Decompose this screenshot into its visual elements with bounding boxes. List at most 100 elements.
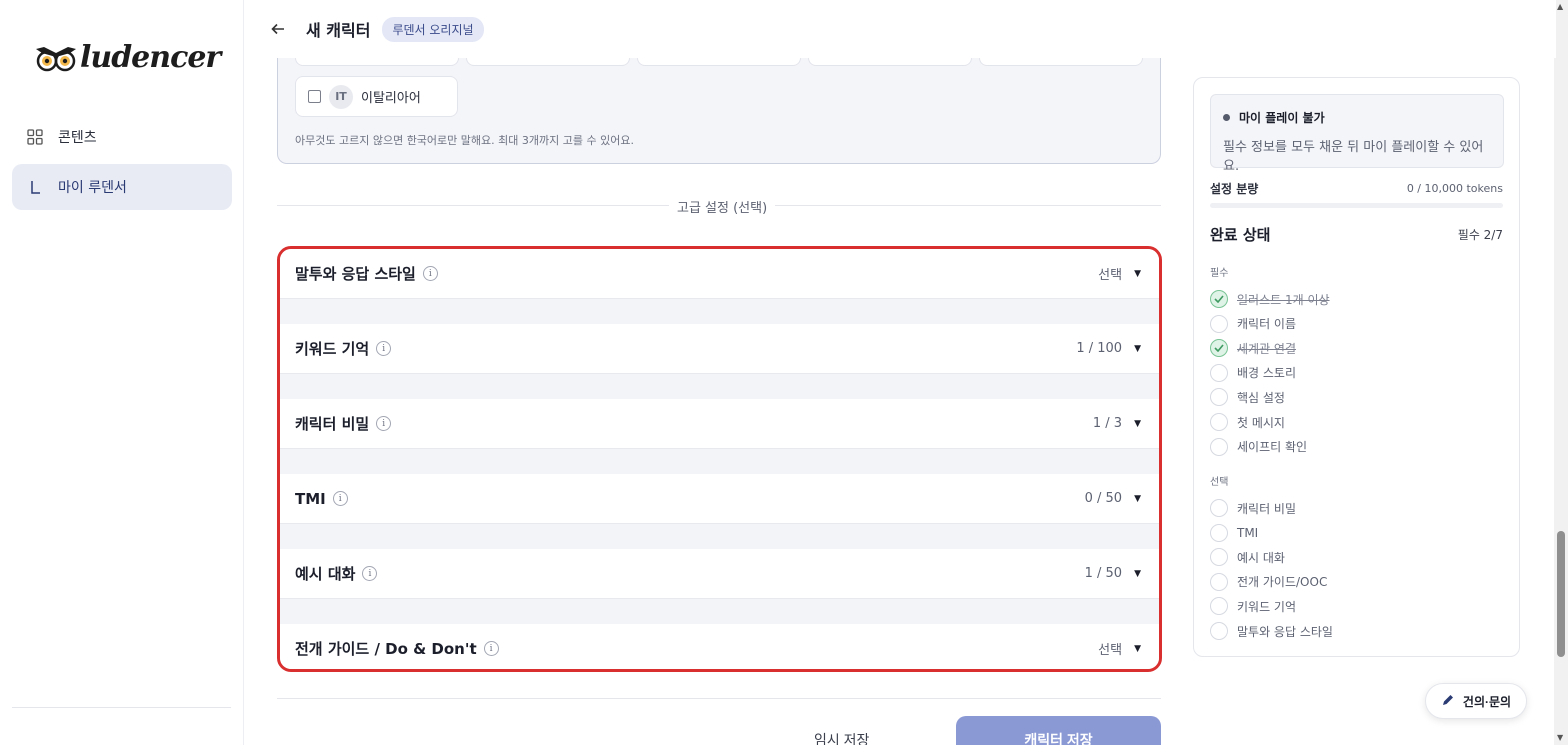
sidebar-item-contents[interactable]: 콘텐츠	[12, 114, 232, 160]
check-done-icon	[1210, 290, 1228, 308]
pencil-icon	[1441, 693, 1455, 710]
accordion-title: 키워드 기억	[295, 340, 370, 358]
checklist-item[interactable]: 세이프티 확인	[1210, 437, 1307, 457]
accordion-value: 선택	[1098, 643, 1123, 658]
accordion-example-dialogue[interactable]: 예시 대화 i 1 / 50 ▼	[280, 549, 1159, 599]
play-status-title: 마이 플레이 불가	[1223, 109, 1491, 126]
checklist-item[interactable]: 캐릭터 비밀	[1210, 498, 1296, 518]
checklist-item[interactable]: TMI	[1210, 523, 1258, 543]
info-icon[interactable]: i	[483, 641, 499, 656]
check-empty-icon	[1210, 499, 1228, 517]
caret-down-icon: ▼	[1134, 418, 1141, 429]
accordion-value: 1 / 100	[1076, 341, 1123, 356]
caret-down-icon: ▼	[1134, 568, 1141, 579]
language-hint: 아무것도 고르지 않으면 한국어로만 말해요. 최대 3개까지 고를 수 있어요…	[295, 134, 634, 147]
checklist-item-label: 첫 메시지	[1237, 415, 1285, 430]
check-empty-icon	[1210, 597, 1228, 616]
play-status-box: 마이 플레이 불가 필수 정보를 모두 채운 뒤 마이 플레이할 수 있어요.	[1210, 94, 1504, 174]
info-icon[interactable]: i	[422, 266, 438, 281]
original-badge: 루덴서 오리지널	[382, 16, 484, 42]
info-icon[interactable]: i	[376, 341, 392, 356]
checklist-item-label: 예시 대화	[1237, 550, 1285, 565]
page-title: 새 캐릭터	[306, 21, 371, 40]
checklist-item[interactable]: 캐릭터 이름	[1210, 314, 1296, 334]
accordion-title: 캐릭터 비밀	[295, 415, 370, 433]
accordion-tmi[interactable]: TMI i 0 / 50 ▼	[280, 474, 1159, 524]
info-icon[interactable]: i	[362, 566, 378, 581]
header: 새 캐릭터 루덴서 오리지널	[244, 0, 1556, 58]
checklist-item[interactable]: 핵심 설정	[1210, 387, 1285, 407]
checklist-item-label: 키워드 기억	[1237, 599, 1297, 614]
status-dot-icon	[1223, 114, 1230, 121]
checklist-item[interactable]: 배경 스토리	[1210, 363, 1296, 383]
accordion-story-guide[interactable]: 전개 가이드 / Do & Don't i 선택 ▼	[280, 624, 1159, 669]
play-status-desc: 필수 정보를 모두 채운 뒤 마이 플레이할 수 있어요.	[1223, 140, 1484, 174]
check-empty-icon	[1210, 622, 1228, 640]
info-icon[interactable]: i	[376, 416, 392, 431]
app: ludencer 콘텐츠 마이 루덴서 IT 이탈리아어 아무것도 고르지 않으…	[0, 0, 1568, 745]
checklist-item[interactable]: 말투와 응답 스타일	[1210, 621, 1333, 641]
checklist-item-label: 캐릭터 비밀	[1237, 501, 1297, 516]
check-empty-icon	[1210, 437, 1228, 456]
feedback-button[interactable]: 건의·문의	[1425, 683, 1527, 719]
tokens-value: 0 / 10,000 tokens	[1406, 182, 1503, 195]
checklist-item[interactable]: 키워드 기억	[1210, 596, 1296, 616]
optional-group-label: 선택	[1210, 477, 1229, 488]
required-group-label: 필수	[1210, 268, 1229, 279]
status-panel: 마이 플레이 불가 필수 정보를 모두 채운 뒤 마이 플레이할 수 있어요. …	[1193, 77, 1520, 657]
checklist-item-label: 캐릭터 이름	[1237, 317, 1297, 332]
grid-icon	[26, 128, 44, 146]
completion-count: 필수 2/7	[1457, 228, 1503, 242]
check-empty-icon	[1210, 363, 1228, 382]
tokens-row: 설정 분량 0 / 10,000 tokens	[1210, 180, 1503, 197]
scroll-down-icon[interactable]: ▼	[1557, 733, 1563, 742]
tokens-label: 설정 분량	[1210, 182, 1259, 196]
check-empty-icon	[1210, 314, 1228, 333]
checklist-item[interactable]: 전개 가이드/OOC	[1210, 572, 1327, 592]
scroll-up-icon[interactable]: ▲	[1557, 2, 1563, 11]
accordion-tone-style[interactable]: 말투와 응답 스타일 i 선택 ▼	[280, 249, 1159, 299]
footer-divider	[277, 698, 1161, 699]
accordion-keyword-memory[interactable]: 키워드 기억 i 1 / 100 ▼	[280, 324, 1159, 374]
scrollbar-thumb[interactable]	[1557, 531, 1565, 657]
advanced-settings-group: 말투와 응답 스타일 i 선택 ▼ 키워드 기억 i 1 / 100 ▼ 캐릭터…	[277, 246, 1162, 672]
feedback-label: 건의·문의	[1462, 694, 1512, 709]
checklist-item[interactable]: 첫 메시지	[1210, 412, 1285, 432]
language-chip-italian[interactable]: IT 이탈리아어	[295, 76, 458, 117]
page-scrollbar[interactable]: ▲ ▼	[1554, 0, 1568, 745]
logo[interactable]: ludencer	[34, 40, 221, 75]
save-character-button[interactable]: 캐릭터 저장	[956, 716, 1161, 745]
check-empty-icon	[1210, 413, 1228, 431]
language-code: IT	[329, 84, 353, 109]
logo-text: ludencer	[80, 40, 221, 75]
checklist-item-label: 세계관 연결	[1237, 341, 1297, 356]
l-shape-icon	[26, 178, 44, 196]
accordion-value: 0 / 50	[1084, 491, 1123, 506]
language-name: 이탈리아어	[361, 91, 421, 106]
sidebar-item-label: 콘텐츠	[58, 130, 97, 146]
italian-checkbox[interactable]	[308, 90, 321, 103]
caret-down-icon: ▼	[1134, 343, 1141, 354]
checklist-item-label: TMI	[1237, 525, 1259, 540]
checklist-item-label: 말투와 응답 스타일	[1237, 624, 1333, 639]
accordion-character-secret[interactable]: 캐릭터 비밀 i 1 / 3 ▼	[280, 399, 1159, 449]
checklist-item-label: 핵심 설정	[1237, 390, 1285, 405]
checklist-item[interactable]: 예시 대화	[1210, 547, 1285, 567]
sidebar-item-my-ludencer[interactable]: 마이 루덴서	[12, 164, 232, 210]
owl-logo-icon	[34, 43, 78, 73]
checklist-item[interactable]: 일러스트 1개 이상	[1210, 289, 1330, 309]
checklist-item-label: 배경 스토리	[1237, 366, 1297, 381]
tokens-progress-bar	[1210, 203, 1503, 208]
check-empty-icon	[1210, 548, 1228, 567]
accordion-value: 1 / 3	[1092, 416, 1123, 431]
info-icon[interactable]: i	[332, 491, 348, 506]
checklist-item[interactable]: 세계관 연결	[1210, 338, 1296, 358]
check-empty-icon	[1210, 572, 1228, 591]
checklist-item-label: 전개 가이드/OOC	[1237, 575, 1328, 590]
check-done-icon	[1210, 339, 1228, 358]
accordion-title: 예시 대화	[295, 565, 356, 583]
temp-save-button[interactable]: 임시 저장	[814, 730, 869, 745]
accordion-value: 선택	[1098, 268, 1123, 283]
accordion-title: 말투와 응답 스타일	[295, 265, 416, 283]
back-arrow-icon[interactable]	[270, 21, 286, 37]
